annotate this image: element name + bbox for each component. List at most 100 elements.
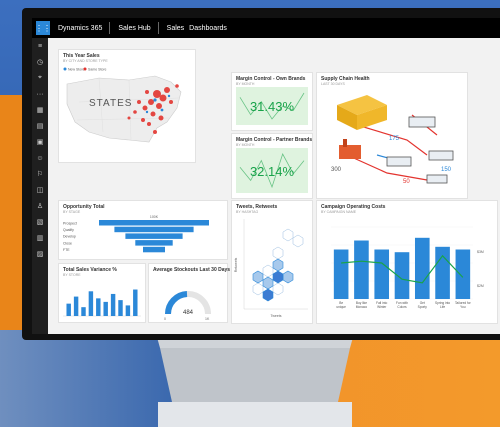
campaign-chart: $3M $2M BeuniqueBuy likeMonacoFall intoW… [331, 226, 484, 309]
funnel-bar [99, 220, 209, 226]
divider [109, 22, 111, 34]
campaign-category-label: Colors [397, 305, 407, 309]
menu-icon[interactable]: ≡ [32, 38, 48, 54]
card-title: Average Stockouts Last 30 Days [153, 267, 231, 273]
reports-icon[interactable]: ▨ [32, 246, 48, 262]
funnel-top-label: 100K [150, 215, 159, 219]
pin-icon[interactable]: ⌖ [32, 70, 48, 86]
map-label: STATES [89, 98, 132, 109]
kpi-own-chart: 31.43% [236, 87, 308, 125]
leads-icon[interactable]: ⚐ [32, 166, 48, 182]
card-opportunity-total[interactable]: Opportunity Total BY STAGE 100K Prospect… [59, 201, 227, 259]
documents-icon[interactable]: ▥ [32, 230, 48, 246]
campaign-category-label: Winter [377, 305, 387, 309]
gauge-min: 0 [164, 317, 166, 321]
variance-bar [66, 303, 71, 316]
card-subtitle: BY MONTH [236, 143, 255, 147]
card-tweets[interactable]: Tweets, Retweets BY HASHTAG Tweets Retwe… [232, 201, 312, 323]
monitor: ⋮⋮ Dynamics 365 Sales Hub Sales Dashboar… [22, 8, 500, 340]
funnel-bar [125, 233, 183, 239]
sales-map: New Store Same Store STATES [63, 67, 182, 143]
campaign-bar [455, 249, 471, 299]
warehouse-icon [337, 95, 387, 130]
legend-new-store-icon [63, 67, 67, 71]
factory-icon [339, 139, 361, 159]
card-margin-partner[interactable]: Margin Control - Partner Brands BY MONTH… [232, 134, 312, 198]
funnel-stage-label: Close [63, 241, 72, 245]
card-subtitle: BY MONTH [236, 82, 255, 86]
card-stockouts[interactable]: Average Stockouts Last 30 Days 484 0 1K [149, 264, 231, 322]
campaign-category-label: unique [336, 305, 346, 309]
funnel-bar [143, 246, 165, 253]
legend-new-store: New Store [68, 68, 84, 72]
stockouts-gauge: 484 0 1K [164, 291, 211, 321]
legend-same-store: Same Store [88, 68, 107, 72]
sidebar: ≡ ◷ ⌖ ··· ▦ ▤ ▣ ☺ ⚐ ◫ ♙ ▧ ▥ ▨ [32, 38, 48, 334]
supply-label-300: 300 [331, 167, 342, 173]
screen: ⋮⋮ Dynamics 365 Sales Hub Sales Dashboar… [32, 18, 500, 334]
products-icon[interactable]: ▧ [32, 214, 48, 230]
campaign-bar [354, 240, 369, 299]
activities-icon[interactable]: ▤ [32, 118, 48, 134]
truck-icon [408, 116, 436, 128]
kpi-partner-chart: 32.14% [236, 148, 308, 193]
campaign-bar [414, 237, 430, 299]
tweets-xlabel: Tweets [270, 314, 281, 318]
module-name[interactable]: Sales Hub [118, 25, 150, 32]
campaign-bar [333, 249, 349, 299]
supply-label-175: 175 [389, 136, 400, 142]
nav-sales[interactable]: Sales [167, 25, 185, 32]
card-campaign-costs[interactable]: Campaign Operating Costs BY CAMPAIGN NAM… [317, 201, 497, 323]
card-supply-chain[interactable]: Supply Chain Health LAST 30 DAYS 175 300… [317, 73, 467, 198]
truck-icon [428, 150, 454, 161]
contacts-icon[interactable]: ☺ [32, 150, 48, 166]
card-margin-own[interactable]: Margin Control - Own Brands BY MONTH 31.… [232, 73, 312, 130]
funnel-stage-label: Develop [63, 235, 76, 239]
campaign-category-label: Monaco [356, 305, 368, 309]
campaign-category-label: Life [440, 305, 445, 309]
campaign-category-label: You [460, 305, 466, 309]
campaign-bar [435, 246, 450, 299]
top-bar: ⋮⋮ Dynamics 365 Sales Hub Sales Dashboar… [32, 18, 500, 38]
variance-bar [81, 307, 86, 316]
supply-chain-diagram: 175 300 50 150 [331, 95, 454, 185]
funnel-bar [114, 226, 194, 233]
tweets-ylabel: Retweets [234, 257, 238, 272]
more-icon[interactable]: ··· [32, 86, 48, 102]
app-launcher-icon[interactable]: ⋮⋮ [35, 21, 51, 35]
card-this-year-sales[interactable]: This Year Sales BY CITY AND STORE TYPE N… [59, 50, 195, 162]
truck-icon [386, 156, 412, 167]
variance-bar [118, 300, 123, 316]
supply-label-50: 50 [403, 179, 410, 185]
campaign-bar [374, 249, 390, 299]
card-sales-variance[interactable]: Total Sales Variance % BY STORE [59, 264, 145, 322]
legend-same-store-icon [83, 67, 87, 71]
recent-icon[interactable]: ◷ [32, 54, 48, 70]
variance-bar [96, 298, 101, 316]
store-icon [426, 174, 448, 184]
right-tick-2m: $2M [477, 284, 484, 288]
competitors-icon[interactable]: ♙ [32, 198, 48, 214]
accounts-icon[interactable]: ▣ [32, 134, 48, 150]
variance-bar [88, 291, 94, 316]
opportunity-funnel: 100K Prospect Qualify Develop Close FTE [63, 215, 209, 253]
monitor-stand [155, 330, 355, 427]
variance-bar [103, 301, 108, 316]
tweets-hexbin: Tweets Retweets [234, 219, 308, 318]
variance-bar [133, 289, 138, 316]
supply-label-150: 150 [441, 167, 452, 173]
divider [157, 22, 159, 34]
kpi-partner-value: 32.14% [250, 164, 295, 179]
dashboard-icon[interactable]: ▦ [32, 102, 48, 118]
app-name[interactable]: Dynamics 365 [58, 25, 102, 32]
variance-bar [110, 293, 116, 316]
gauge-value: 484 [183, 310, 194, 316]
gauge-max: 1K [205, 317, 210, 321]
opportunities-icon[interactable]: ◫ [32, 182, 48, 198]
funnel-stage-label: Prospect [63, 221, 77, 225]
funnel-stage-label: FTE [63, 248, 70, 252]
right-tick-3m: $3M [477, 250, 484, 254]
variance-bar [73, 296, 79, 316]
nav-dashboards[interactable]: Dashboards [189, 25, 227, 32]
funnel-stage-label: Qualify [63, 228, 74, 232]
